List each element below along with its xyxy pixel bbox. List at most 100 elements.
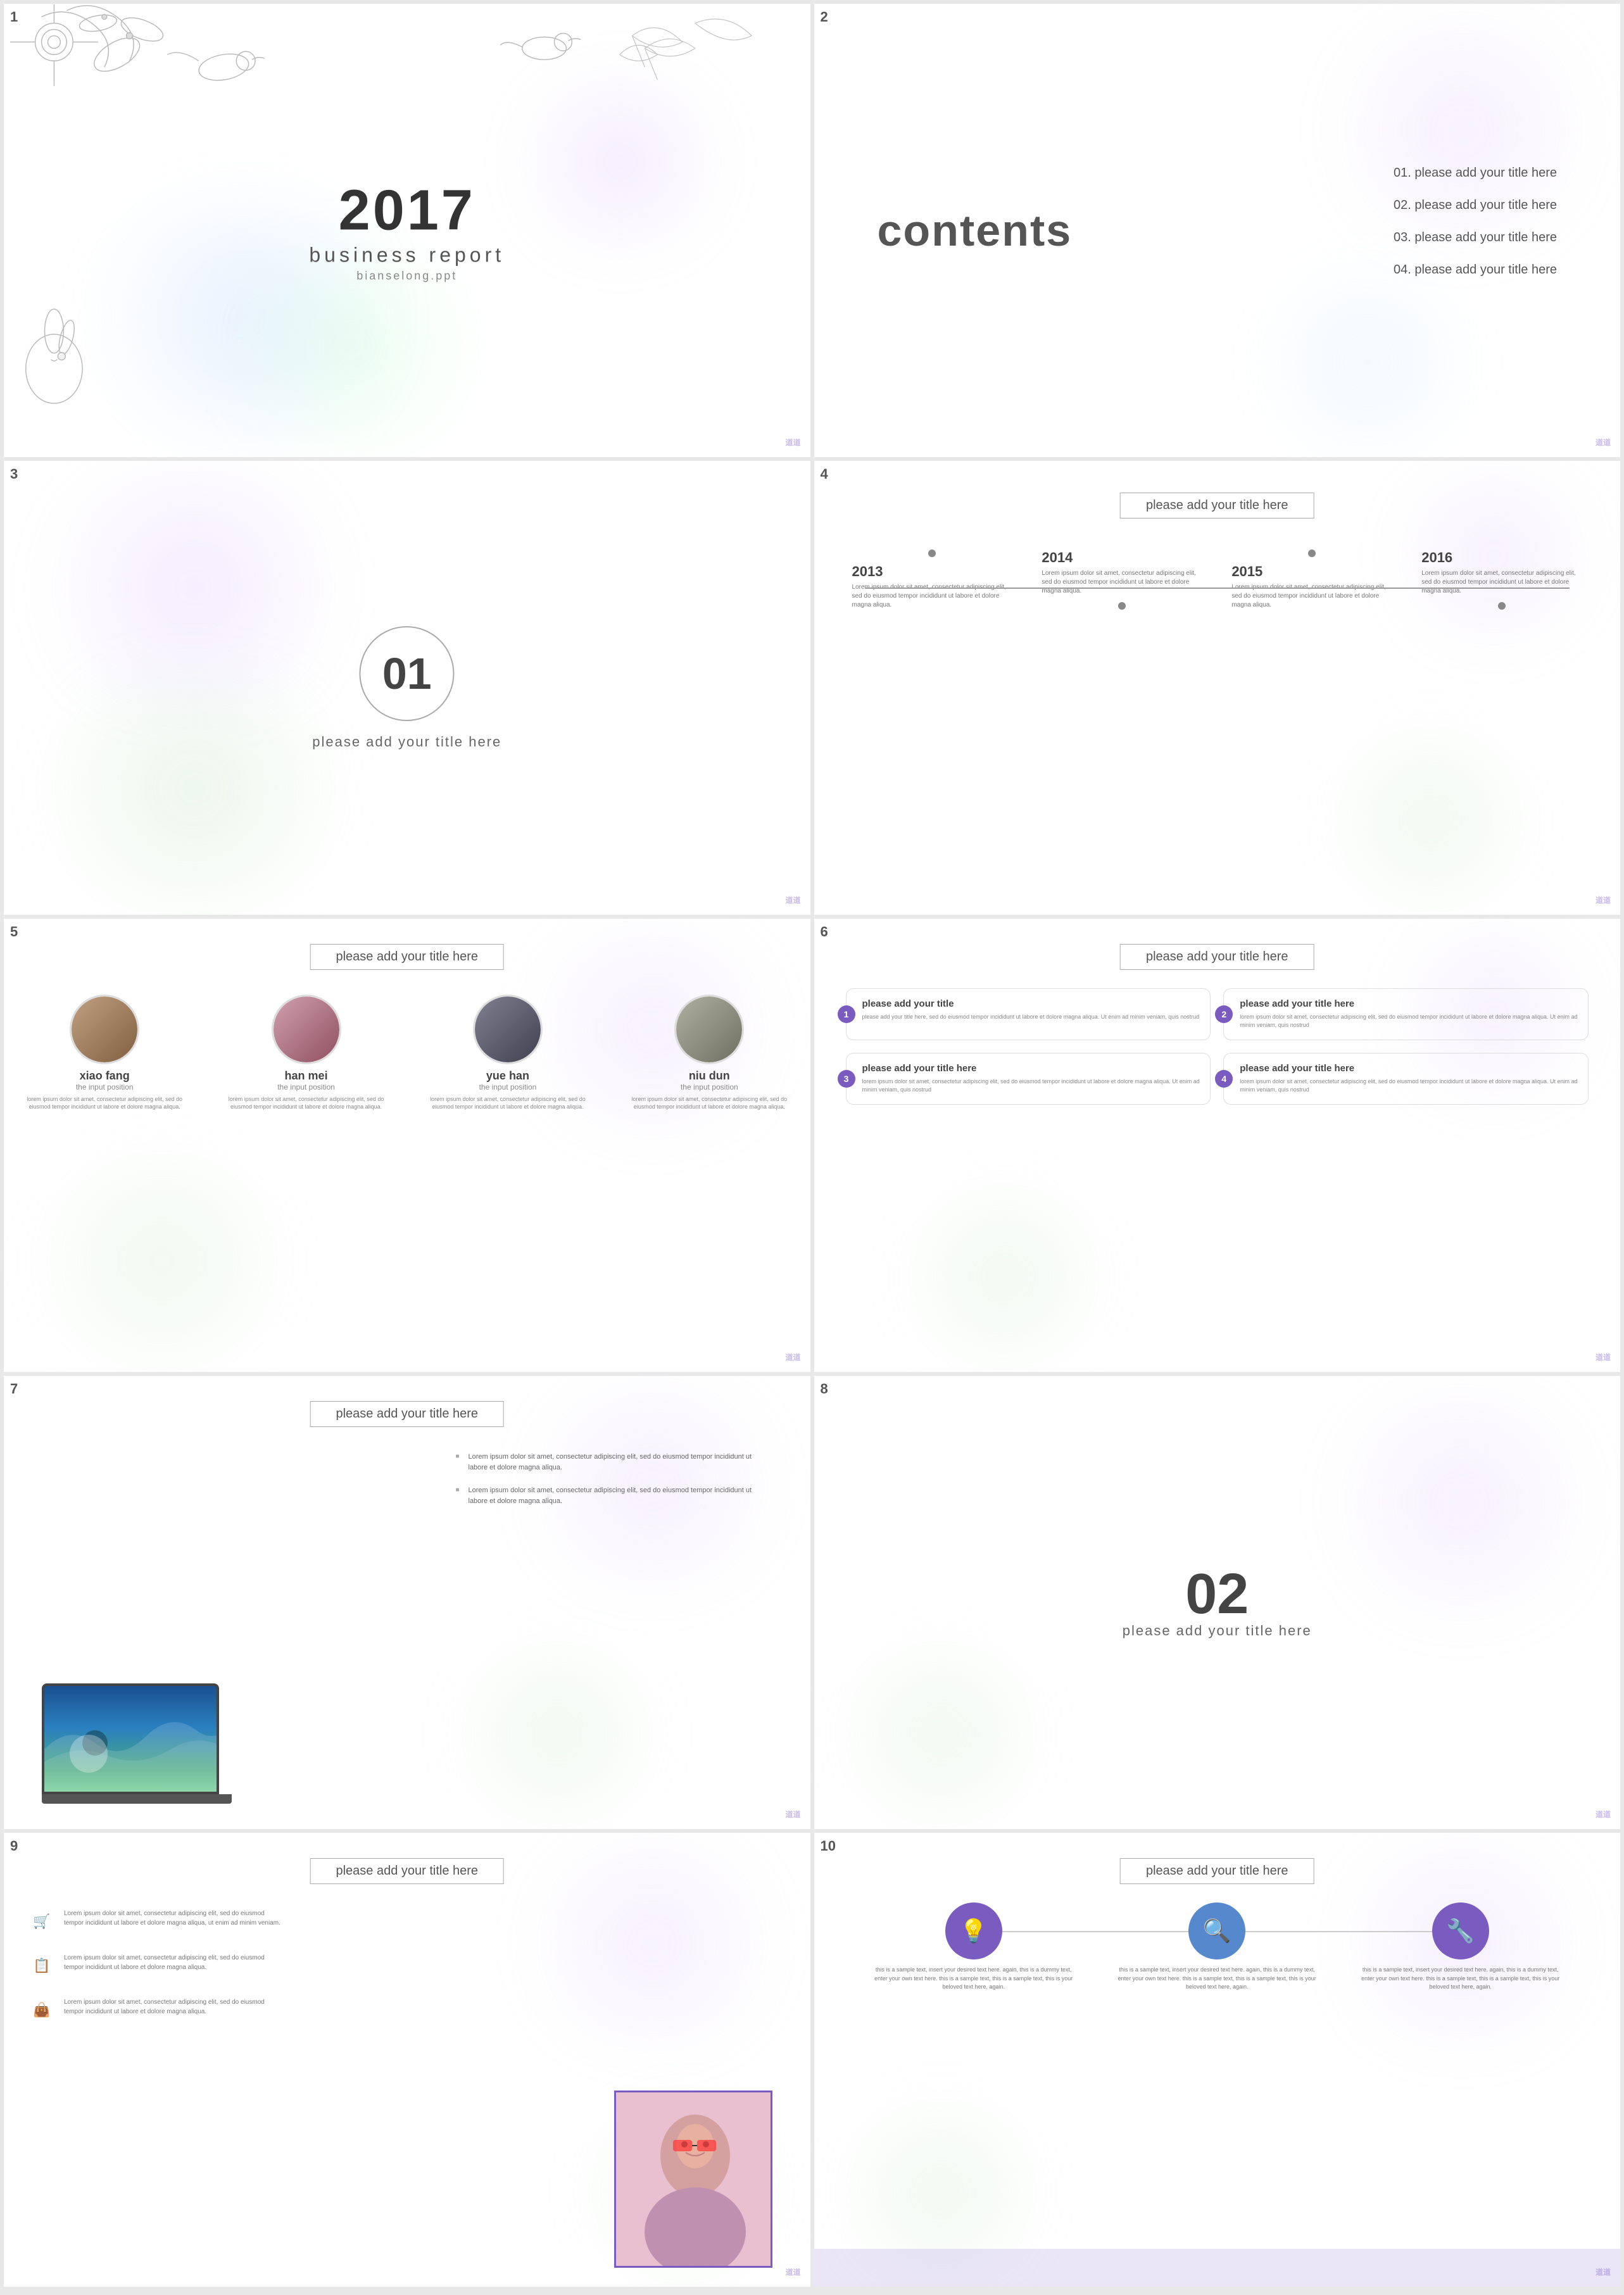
year-label: 2015 [1231,563,1392,580]
avatar-3 [473,995,543,1064]
contents-item-4-text: 04. please add your title here [1394,263,1557,277]
card-text-3: lorem ipsum dolor sit amet, consectetur … [856,1078,1201,1095]
chapter-subtitle: please add your title here [312,734,501,750]
person-name-4: niu dun [620,1069,798,1083]
item-3: 👜 Lorem ipsum dolor sit amet, consectetu… [29,1997,282,2023]
icon-circle-2: 🔍 [1188,1902,1245,1959]
card-3: 3 please add your title here lorem ipsum… [846,1053,1211,1105]
card-title-3: please add your title here [856,1063,1201,1074]
slide-number: 2 [821,9,828,25]
watermark: 道道 [1596,2267,1611,2277]
laptop-screen-content [44,1686,217,1792]
contents-heading: contents [878,205,1073,256]
icon-text-3: this is a sample text, insert your desir… [1358,1966,1563,1992]
slide1-title-area: 2017 business report bianselong.ppt [309,179,505,283]
slide-grid: 2017 business report bianselong.ppt 1 道道… [0,0,1624,2291]
watermark: 道道 [1596,895,1611,905]
watercolor-blob [1304,1376,1620,1629]
person-name-1: xiao fang [16,1069,193,1083]
timeline-dot [1308,550,1316,557]
bottom-bar [814,2249,1621,2287]
contents-item-2: 02. please add your title here [1394,198,1557,213]
slide-7: please add your title here Lorem ipsum d… [4,1376,810,1829]
watermark: 道道 [785,1352,800,1362]
icon-text-2: this is a sample text, insert your desir… [1115,1966,1319,1992]
bullet-list: Lorem ipsum dolor sit amet, consectetur … [456,1452,772,1519]
slide-number: 7 [10,1381,18,1397]
person-3: yue han the input position lorem ipsum d… [419,995,596,1111]
person-name-3: yue han [419,1069,596,1083]
watermark: 道道 [785,2267,800,2277]
year-label: 2013 [852,563,1013,580]
watercolor-blob [814,1639,1067,1829]
laptop-base [42,1794,232,1804]
contents-item-3-text: 03. please add your title here [1394,230,1557,245]
person-1: xiao fang the input position lorem ipsum… [16,995,193,1111]
chapter-number: 01 [382,648,432,699]
watercolor-blob [431,1639,684,1829]
item-2: 📋 Lorem ipsum dolor sit amet, consectetu… [29,1953,282,1978]
year-text: Lorem ipsum dolor sit amet, consectetur … [1421,569,1582,596]
slide-6: please add your title here 1 please add … [814,919,1621,1372]
card-4: 4 please add your title here lorem ipsum… [1223,1053,1589,1105]
icon-circle-1: 💡 [945,1902,1002,1959]
watermark: 道道 [1596,1809,1611,1820]
contents-list: 01. please add your title here 02. pleas… [1394,166,1557,295]
slide5-title: please add your title here [310,944,504,970]
laptop [42,1683,232,1804]
contents-item-1: 01. please add your title here [1394,166,1557,180]
timeline-item-2015: 2015 Lorem ipsum dolor sit amet, consect… [1231,550,1392,610]
watercolor-blob [494,1833,810,2054]
chapter-subtitle: please add your title here [1123,1623,1312,1639]
slide8-center: 02 please add your title here [1123,1566,1312,1639]
person-4: niu dun the input position lorem ipsum d… [620,995,798,1111]
person-desc-3: lorem ipsum dolor sit amet, consectetur … [419,1095,596,1111]
slide4-title: please add your title here [1120,493,1314,519]
slide-number: 1 [10,9,18,25]
icon-item-3: 🔧 this is a sample text, insert your des… [1358,1902,1563,1992]
slide-5: please add your title here xiao fang the… [4,919,810,1372]
item-text-3: Lorem ipsum dolor sit amet, consectetur … [64,1997,282,2016]
watermark: 道道 [1596,437,1611,448]
card-number-4: 4 [1215,1070,1233,1088]
icon-circle-3: 🔧 [1432,1902,1489,1959]
timeline-dot [928,550,936,557]
slide-number: 9 [10,1838,18,1854]
year-text: Lorem ipsum dolor sit amet, consectetur … [1042,569,1202,596]
slide1-subtitle: bianselong.ppt [309,270,505,283]
card-grid: 1 please add your title please add your … [846,988,1589,1105]
bullet-1: Lorem ipsum dolor sit amet, consectetur … [456,1452,772,1473]
contents-item-4: 04. please add your title here [1394,263,1557,277]
contents-item-1-text: 01. please add your title here [1394,166,1557,180]
item-text-1: Lorem ipsum dolor sit amet, consectetur … [64,1909,282,1928]
slide-number: 6 [821,924,828,940]
contents-item-3: 03. please add your title here [1394,230,1557,245]
watermark: 道道 [1596,1352,1611,1362]
watermark: 道道 [785,437,800,448]
card-text-1: please add your title here, sed do eiusm… [856,1013,1201,1022]
icon-1: 🛒 [29,1909,54,1934]
slide-1: 2017 business report bianselong.ppt 1 道道 [4,4,810,457]
person-role-4: the input position [620,1083,798,1091]
slide-number: 5 [10,924,18,940]
slide-10: please add your title here 💡 this is a s… [814,1833,1621,2286]
chapter-number: 02 [1123,1566,1312,1623]
watercolor-blob [1304,725,1557,915]
avatar-image-1 [72,997,137,1062]
timeline-line [865,588,1570,589]
icon-3: 👜 [29,1997,54,2023]
card-number-2: 2 [1215,1005,1233,1023]
person-desc-1: lorem ipsum dolor sit amet, consectetur … [16,1095,193,1111]
slide7-title: please add your title here [310,1401,504,1427]
icons-row: 💡 this is a sample text, insert your des… [852,1902,1583,1992]
timeline-item-2013: 2013 Lorem ipsum dolor sit amet, consect… [852,550,1013,610]
wave-svg [44,1686,217,1792]
card-title-4: please add your title here [1233,1063,1578,1074]
watermark: 道道 [785,1809,800,1820]
avatar-4 [674,995,744,1064]
timeline-item-2016: 2016 Lorem ipsum dolor sit amet, consect… [1421,550,1582,610]
contents-item-2-text: 02. please add your title here [1394,198,1557,213]
slide9-title: please add your title here [310,1858,504,1884]
card-number-1: 1 [838,1005,855,1023]
slide10-title: please add your title here [1120,1858,1314,1884]
